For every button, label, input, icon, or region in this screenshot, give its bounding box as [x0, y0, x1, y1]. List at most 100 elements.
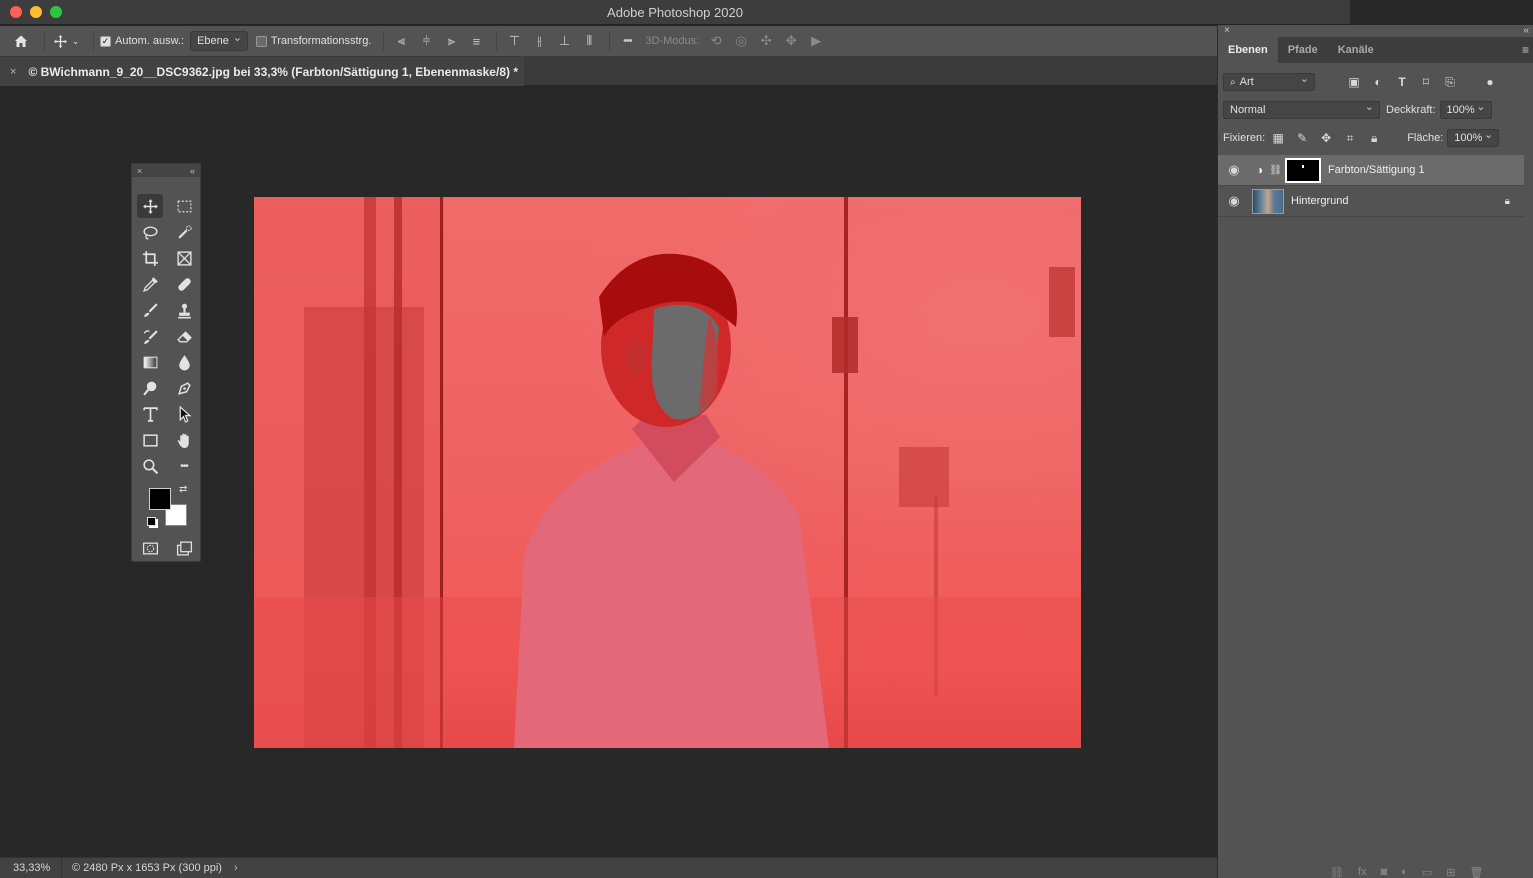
tab-channels[interactable]: Kanäle [1328, 37, 1384, 63]
lock-transparent-pixels-icon[interactable]: ▦ [1269, 129, 1287, 147]
3d-roll-icon[interactable]: ◎ [730, 30, 752, 52]
new-layer-icon[interactable]: ⊞ [1446, 866, 1455, 878]
distribute-vertical-icon[interactable]: ≡ [465, 30, 487, 52]
layer-name[interactable]: Farbton/Sättigung 1 [1328, 164, 1425, 176]
panel-menu-icon[interactable]: ≡ [1522, 43, 1529, 57]
mask-link-icon[interactable]: ⛓︎ [1269, 165, 1282, 176]
align-left-icon[interactable]: ⫷ [390, 30, 412, 52]
quick-mask-icon[interactable] [137, 536, 163, 560]
rectangle-tool[interactable] [137, 428, 163, 452]
layer-mask-thumbnail[interactable] [1284, 157, 1321, 183]
eraser-tool[interactable] [171, 324, 197, 348]
default-colors-icon[interactable] [147, 517, 156, 526]
swap-colors-icon[interactable]: ⇄ [179, 484, 187, 495]
layer-filter-row: ⌕ Art ▣ ◐ T ⌑ ⎘ ● [1218, 72, 1533, 91]
zoom-level[interactable]: 33,33% [0, 858, 62, 878]
lock-position-icon[interactable]: ✥ [1317, 129, 1335, 147]
close-document-icon[interactable]: × [10, 66, 16, 78]
layer-row-background[interactable]: ◉ Hintergrund 🔒︎ [1218, 186, 1524, 217]
add-mask-icon[interactable]: ◙ [1381, 866, 1388, 878]
close-tools-panel-icon[interactable]: × [137, 166, 142, 176]
layer-thumbnail[interactable] [1252, 188, 1284, 214]
layer-visibility-eye-icon[interactable]: ◉ [1218, 162, 1250, 178]
distribute-horizontal-icon[interactable]: ⦀ [578, 30, 600, 52]
align-right-icon[interactable]: ⫸ [440, 30, 462, 52]
status-menu-arrow-icon[interactable]: › [234, 862, 238, 874]
document-tab[interactable]: × © BWichmann_9_20__DSC9362.jpg bei 33,3… [0, 57, 524, 86]
layer-name[interactable]: Hintergrund [1291, 195, 1348, 207]
layer-lock-icon[interactable]: 🔒︎ [1505, 196, 1510, 207]
screen-mode-icon[interactable] [171, 536, 197, 560]
link-layers-icon[interactable]: ⛓︎ [1330, 866, 1344, 878]
separator [609, 31, 611, 51]
blend-mode-dropdown[interactable]: Normal [1223, 100, 1380, 119]
clone-stamp-tool[interactable] [171, 298, 197, 322]
delete-layer-icon[interactable]: 🗑︎ [1469, 866, 1483, 878]
lock-image-pixels-icon[interactable]: ✎ [1293, 129, 1311, 147]
layer-filter-dropdown[interactable]: ⌕ Art [1223, 72, 1315, 91]
close-panel-icon[interactable]: × [1224, 25, 1230, 36]
move-tool[interactable] [137, 194, 163, 218]
new-adjustment-icon[interactable]: ◐ [1401, 866, 1408, 878]
more-options-button[interactable]: ••• [616, 30, 638, 52]
tab-paths[interactable]: Pfade [1278, 37, 1328, 63]
frame-tool[interactable] [171, 246, 197, 270]
brush-tool[interactable] [137, 298, 163, 322]
eyedropper-tool[interactable] [137, 272, 163, 296]
tab-layers[interactable]: Ebenen [1218, 37, 1278, 63]
hand-tool[interactable] [171, 428, 197, 452]
collapse-tools-panel-icon[interactable]: « [190, 166, 195, 176]
3d-orbit-icon[interactable]: ⟲ [705, 30, 727, 52]
filter-smart-objects-icon[interactable]: ⎘ [1441, 73, 1459, 91]
dodge-tool[interactable] [137, 376, 163, 400]
filter-pixel-layers-icon[interactable]: ▣ [1345, 73, 1363, 91]
transform-controls-checkbox[interactable]: Transformationsstrg. [255, 35, 372, 47]
crop-tool[interactable] [137, 246, 163, 270]
align-bottom-icon[interactable]: ⊥ [553, 30, 575, 52]
document-title: © BWichmann_9_20__DSC9362.jpg bei 33,3% … [28, 64, 518, 79]
rectangular-marquee-tool[interactable] [171, 194, 197, 218]
auto-select-checkbox[interactable]: ✓ Autom. ausw.: [100, 35, 184, 47]
home-icon[interactable] [10, 30, 32, 52]
layer-row-hue-saturation[interactable]: ◉ ◑ ⛓︎ Farbton/Sättigung 1 [1218, 155, 1524, 186]
spot-healing-brush-tool[interactable] [171, 272, 197, 296]
lock-artboard-icon[interactable]: ⌗ [1341, 129, 1359, 147]
edit-toolbar-button[interactable]: ••• [171, 454, 197, 478]
3d-camera-icon[interactable]: ▶ [805, 30, 827, 52]
align-horizontal-center-icon[interactable]: ⫩ [415, 30, 437, 52]
path-selection-tool[interactable] [171, 402, 197, 426]
lasso-tool[interactable] [137, 220, 163, 244]
collapse-panel-icon[interactable]: « [1523, 25, 1529, 36]
gradient-tool[interactable] [137, 350, 163, 374]
filter-adjustment-layers-icon[interactable]: ◐ [1369, 73, 1387, 91]
layer-style-icon[interactable]: fx [1358, 866, 1367, 878]
move-tool-preset-icon[interactable]: ⌄ [51, 30, 81, 52]
foreground-color-swatch[interactable] [149, 488, 171, 510]
quick-selection-tool[interactable] [171, 220, 197, 244]
document-canvas-image[interactable] [254, 197, 1081, 748]
filter-toggle-icon[interactable]: ● [1481, 73, 1499, 91]
window-title: Adobe Photoshop 2020 [607, 5, 743, 20]
pen-tool[interactable] [171, 376, 197, 400]
history-brush-tool[interactable] [137, 324, 163, 348]
lock-all-icon[interactable]: 🔒︎ [1365, 129, 1383, 147]
layer-visibility-eye-icon[interactable]: ◉ [1218, 193, 1250, 209]
3d-pan-icon[interactable]: ✣ [755, 30, 777, 52]
tools-panel-header[interactable]: × « [132, 164, 200, 177]
opacity-input[interactable]: 100% [1439, 100, 1492, 119]
transform-controls-label: Transformationsstrg. [270, 35, 372, 47]
filter-shape-layers-icon[interactable]: ⌑ [1417, 73, 1435, 91]
align-top-icon[interactable]: ⊤ [503, 30, 525, 52]
fill-input[interactable]: 100% [1447, 128, 1500, 147]
document-info[interactable]: © 2480 Px x 1653 Px (300 ppi) [62, 862, 222, 874]
align-vertical-center-icon[interactable]: ⫲ [528, 30, 550, 52]
type-tool[interactable] [137, 402, 163, 426]
3d-slide-icon[interactable]: ✥ [780, 30, 802, 52]
filter-type-layers-icon[interactable]: T [1393, 73, 1411, 91]
zoom-tool[interactable] [137, 454, 163, 478]
auto-select-target-dropdown[interactable]: Ebene [190, 31, 248, 51]
new-group-icon[interactable]: ▭ [1422, 866, 1432, 878]
separator [44, 31, 45, 51]
blur-tool[interactable] [171, 350, 197, 374]
lock-label: Fixieren: [1223, 132, 1266, 144]
